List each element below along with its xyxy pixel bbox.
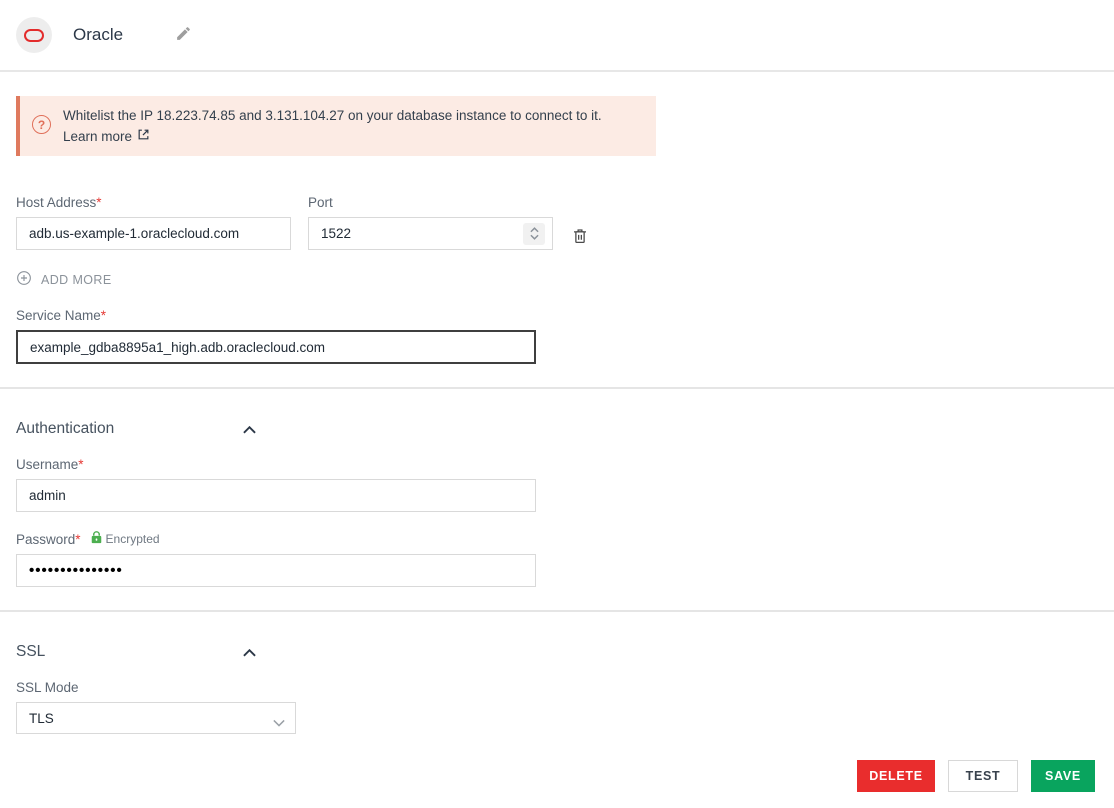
service-name-label: Service Name* xyxy=(16,308,1114,323)
learn-more-label: Learn more xyxy=(63,126,132,147)
encrypted-badge: Encrypted xyxy=(91,531,160,547)
password-label: Password* xyxy=(16,532,81,547)
add-more-button[interactable]: ADD MORE xyxy=(16,270,112,289)
port-field-group: Port xyxy=(308,195,553,250)
username-field-group: Username* xyxy=(16,457,1114,512)
required-marker: * xyxy=(96,195,101,210)
encrypted-label: Encrypted xyxy=(106,532,160,546)
trash-icon xyxy=(571,227,589,248)
port-label: Port xyxy=(308,195,553,210)
service-name-field-group: Service Name* xyxy=(16,308,1114,364)
connection-form: Host Address* Port xyxy=(0,195,1114,364)
authentication-section-header[interactable]: Authentication xyxy=(16,420,256,438)
banner-text-block: Whitelist the IP 18.223.74.85 and 3.131.… xyxy=(63,105,602,147)
required-marker: * xyxy=(101,308,106,323)
host-field-group: Host Address* xyxy=(16,195,291,250)
host-address-label: Host Address* xyxy=(16,195,291,210)
port-stepper[interactable] xyxy=(523,223,545,245)
username-label: Username* xyxy=(16,457,1114,472)
edit-title-button[interactable] xyxy=(175,25,192,45)
chevron-up-icon xyxy=(243,645,256,660)
host-address-input[interactable] xyxy=(16,217,291,250)
ssl-mode-label: SSL Mode xyxy=(16,680,1114,695)
service-name-input[interactable] xyxy=(16,330,536,364)
delete-button[interactable]: DELETE xyxy=(857,760,935,792)
ssl-mode-select[interactable] xyxy=(16,702,296,734)
delete-host-button[interactable] xyxy=(571,227,589,248)
host-port-row: Host Address* Port xyxy=(16,195,1114,250)
section-divider xyxy=(0,387,1114,389)
banner-text: Whitelist the IP 18.223.74.85 and 3.131.… xyxy=(63,108,602,123)
port-input[interactable] xyxy=(308,217,553,250)
page-header: Oracle xyxy=(0,0,1114,72)
oracle-logo-icon xyxy=(24,29,44,42)
port-input-wrap xyxy=(308,217,553,250)
help-circle-icon: ? xyxy=(32,115,51,134)
add-more-label: ADD MORE xyxy=(41,273,112,287)
test-button[interactable]: TEST xyxy=(948,760,1018,792)
password-field-group: Password* Encrypted xyxy=(16,531,1114,587)
required-marker: * xyxy=(78,457,83,472)
oracle-connection-page: Oracle ? Whitelist the IP 18.223.74.85 a… xyxy=(0,0,1114,808)
footer-actions: DELETE TEST SAVE xyxy=(0,760,1114,792)
save-button[interactable]: SAVE xyxy=(1031,760,1095,792)
stepper-up-icon xyxy=(530,227,539,233)
plus-circle-icon xyxy=(16,270,32,289)
page-title: Oracle xyxy=(73,25,123,45)
stepper-down-icon xyxy=(530,234,539,240)
ssl-mode-select-wrap xyxy=(16,702,296,734)
password-label-row: Password* Encrypted xyxy=(16,531,1114,547)
password-input[interactable] xyxy=(16,554,536,587)
username-input[interactable] xyxy=(16,479,536,512)
avatar xyxy=(16,17,52,53)
required-marker: * xyxy=(75,532,80,547)
section-divider xyxy=(0,610,1114,612)
lock-icon xyxy=(91,531,102,547)
learn-more-link[interactable]: Learn more xyxy=(63,126,150,147)
pencil-icon xyxy=(175,25,192,45)
ssl-section-header[interactable]: SSL xyxy=(16,643,256,661)
external-link-icon xyxy=(137,126,150,147)
chevron-up-icon xyxy=(243,422,256,437)
ssl-mode-field-group: SSL Mode xyxy=(16,680,1114,734)
ssl-title: SSL xyxy=(16,643,45,661)
authentication-title: Authentication xyxy=(16,420,114,438)
whitelist-banner: ? Whitelist the IP 18.223.74.85 and 3.13… xyxy=(16,96,656,156)
